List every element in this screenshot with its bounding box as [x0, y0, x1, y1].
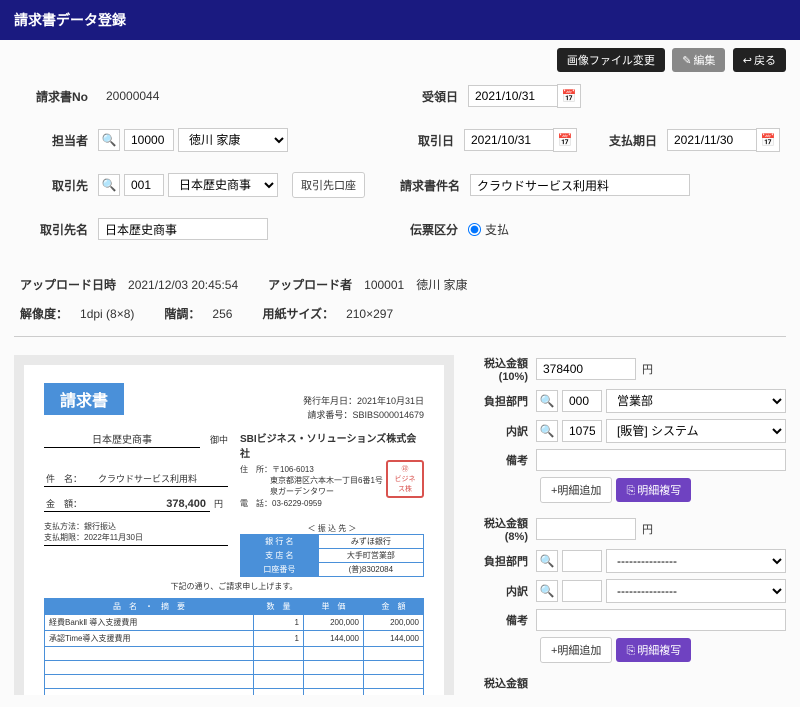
amt10-input[interactable] [536, 358, 636, 380]
search-icon[interactable]: 🔍 [536, 580, 558, 602]
client-name-label: 取引先名 [20, 221, 98, 238]
top-toolbar: 画像ファイル変更 編集 戻る [0, 40, 800, 80]
invoice-no-value: 20000044 [98, 89, 167, 103]
subject-input[interactable] [470, 174, 690, 196]
amt8-input[interactable] [536, 518, 636, 540]
change-image-button[interactable]: 画像ファイル変更 [557, 48, 665, 72]
search-icon[interactable]: 🔍 [98, 174, 120, 196]
uploader-label: アップロード者 [268, 278, 352, 292]
remark-input[interactable] [536, 449, 786, 471]
page-title: 請求書データ登録 [0, 0, 800, 40]
copy-line-button[interactable]: 明細複写 [616, 478, 691, 502]
seal-stamp-icon: ㊞ビジネス株 [386, 460, 424, 498]
remark-input-2[interactable] [536, 609, 786, 631]
tone-label: 階調： [164, 307, 200, 321]
paper-label: 用紙サイズ： [262, 307, 334, 321]
doc-line-table: 品 名 ・ 摘 要数 量単 価金 額 経費BankⅡ 導入支援費用1200,00… [44, 598, 424, 695]
detail-code-input[interactable] [562, 420, 602, 442]
tx-date-label: 取引日 [396, 132, 464, 149]
document-preview-pane[interactable]: 請求書 発行年月日：2021年10月31日 請求番号：SBIBS00001467… [14, 355, 454, 695]
copy-line-button[interactable]: 明細複写 [616, 638, 691, 662]
client-account-button[interactable]: 取引先口座 [292, 172, 365, 198]
amt8-label: 税込金額(8%) [470, 515, 536, 543]
calendar-icon[interactable]: 📅 [756, 128, 780, 152]
amt-last-label: 税込金額 [470, 675, 536, 691]
table-row: 経費BankⅡ 導入支援費用1200,000200,000 [45, 614, 424, 630]
uploader-name: 徳川 家康 [416, 278, 467, 292]
dept-label: 負担部門 [470, 553, 536, 569]
detail-label: 内訳 [470, 423, 536, 439]
detail-code-input-2[interactable] [562, 580, 602, 602]
slip-type-label: 伝票区分 [400, 221, 468, 238]
res: 1dpi (8×8) [80, 307, 134, 321]
res-label: 解像度： [20, 307, 68, 321]
receipt-date-label: 受領日 [400, 88, 468, 105]
receipt-date-input[interactable] [468, 85, 558, 107]
slip-type-value: 支払 [485, 221, 509, 238]
calendar-icon[interactable]: 📅 [553, 128, 577, 152]
back-button[interactable]: 戻る [733, 48, 786, 72]
invoice-no-label: 請求書No [20, 88, 98, 105]
dept-code-input[interactable] [562, 390, 602, 412]
add-line-button[interactable]: +明細追加 [540, 477, 612, 503]
search-icon[interactable]: 🔍 [98, 129, 120, 151]
add-line-button[interactable]: +明細追加 [540, 637, 612, 663]
search-icon[interactable]: 🔍 [536, 390, 558, 412]
amt10-label: 税込金額(10%) [470, 355, 536, 383]
tone: 256 [212, 307, 232, 321]
dept-code-input-2[interactable] [562, 550, 602, 572]
table-row: 承認Time導入支援費用1144,000144,000 [45, 630, 424, 646]
yen-unit: 円 [642, 521, 653, 537]
doc-company: SBIビジネス・ソリューションズ株式会社 [240, 430, 424, 460]
detail-select[interactable]: [販管] システム [606, 419, 786, 443]
due-date-label: 支払期日 [597, 132, 667, 149]
detail-select-2[interactable]: --------------- [606, 579, 786, 603]
search-icon[interactable]: 🔍 [536, 420, 558, 442]
calendar-icon[interactable]: 📅 [557, 84, 581, 108]
client-label: 取引先 [20, 177, 98, 194]
person-code-input[interactable] [124, 129, 174, 151]
doc-title: 請求書 [44, 383, 124, 415]
edit-button[interactable]: 編集 [672, 48, 725, 72]
client-name-input[interactable] [98, 218, 268, 240]
paper: 210×297 [346, 307, 393, 321]
dept-label: 負担部門 [470, 393, 536, 409]
client-select[interactable]: 日本歴史商事 [168, 173, 278, 197]
yen-unit: 円 [642, 361, 653, 377]
person-select[interactable]: 徳川 家康 [178, 128, 288, 152]
dept-select-2[interactable]: --------------- [606, 549, 786, 573]
search-icon[interactable]: 🔍 [536, 550, 558, 572]
dept-select[interactable]: 営業部 [606, 389, 786, 413]
upload-dt: 2021/12/03 20:45:54 [128, 278, 238, 292]
remark-label: 備考 [470, 612, 536, 628]
detail-label: 内訳 [470, 583, 536, 599]
person-label: 担当者 [20, 132, 98, 149]
invoice-document: 請求書 発行年月日：2021年10月31日 請求番号：SBIBS00001467… [24, 365, 444, 695]
subject-label: 請求書件名 [400, 177, 470, 194]
tx-date-input[interactable] [464, 129, 554, 151]
uploader-code: 100001 [364, 278, 404, 292]
upload-dt-label: アップロード日時 [20, 278, 116, 292]
client-code-input[interactable] [124, 174, 164, 196]
detail-side-pane: 税込金額(10%) 円 負担部門 🔍 営業部 内訳 🔍 [販管] システム [470, 355, 786, 697]
slip-type-radio[interactable] [468, 223, 481, 236]
due-date-input[interactable] [667, 129, 757, 151]
remark-label: 備考 [470, 452, 536, 468]
